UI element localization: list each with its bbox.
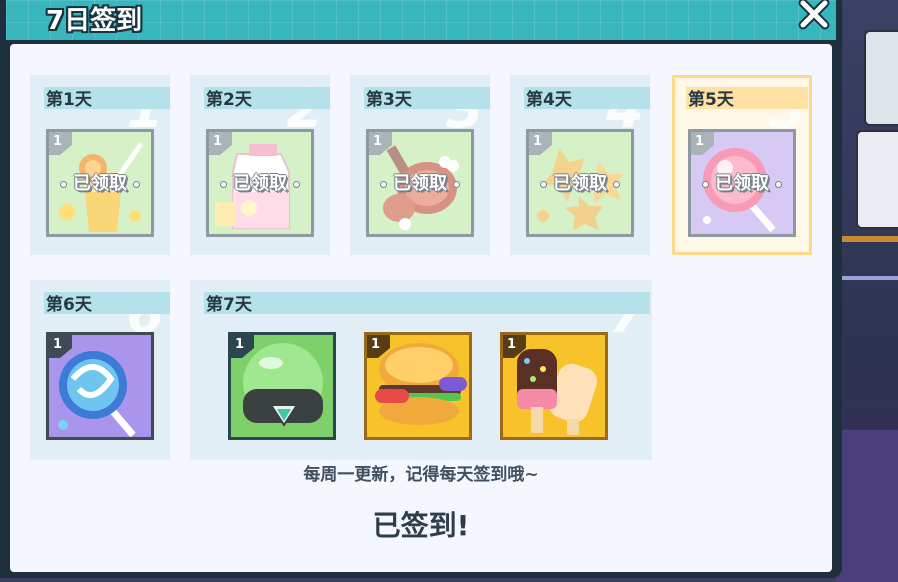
reward-item[interactable]: 1 已领取	[46, 129, 154, 237]
day-label: 第7天	[206, 295, 252, 315]
day-label: 第6天	[46, 295, 92, 315]
item-count: 1	[53, 134, 63, 149]
count-badge	[209, 132, 232, 155]
day-card-4: 4 第4天 1 已领取	[510, 75, 650, 255]
meat-drumstick-icon	[383, 145, 459, 230]
day-card-7: 7 第7天 1	[190, 280, 652, 460]
item-count: 1	[695, 134, 705, 149]
item-count: 1	[533, 134, 543, 149]
sign-in-status: 已签到!	[372, 509, 470, 542]
milk-carton-icon	[215, 144, 290, 229]
game-background	[836, 0, 898, 582]
dialog-title: 7日签到	[46, 6, 143, 36]
day-card-2: 2 第2天 1 已领取	[190, 75, 330, 255]
claimed-label: 已领取	[691, 172, 793, 196]
claimed-label: 已领取	[529, 172, 631, 196]
claimed-label: 已领取	[209, 172, 311, 196]
day-label-band	[204, 292, 650, 314]
pink-lollipop-icon	[703, 148, 776, 233]
background-rail	[836, 236, 898, 242]
juice-drink-icon	[59, 142, 144, 232]
claimed-label: 已领取	[49, 172, 151, 196]
day-card-6: 6 第6天 1	[30, 280, 170, 460]
reward-item[interactable]: 1 已领取	[526, 129, 634, 237]
item-count: 1	[507, 337, 517, 352]
background-machine	[864, 30, 898, 126]
count-badge	[529, 132, 552, 155]
cookies-icon	[537, 148, 623, 230]
reward-item[interactable]: 1 已领取	[366, 129, 474, 237]
dialog-content: 1 第1天 1 已领取	[10, 44, 832, 572]
count-badge	[691, 132, 714, 155]
sign-in-dialog: 7日签到 1 第1天	[0, 0, 842, 578]
count-badge	[49, 132, 72, 155]
day-label: 第3天	[366, 90, 412, 110]
dialog-header: 7日签到	[6, 0, 836, 40]
close-icon[interactable]	[796, 0, 832, 32]
weekly-notice: 每周一更新，记得每天签到哦~	[303, 465, 539, 485]
background-rail	[836, 276, 898, 280]
reward-item[interactable]: 1	[46, 332, 154, 440]
reward-item[interactable]: 1	[364, 332, 472, 440]
reward-item[interactable]: 1 已领取	[688, 129, 796, 237]
day-label: 第5天	[688, 90, 734, 110]
day-label: 第2天	[206, 90, 252, 110]
item-count: 1	[213, 134, 223, 149]
background-machine	[856, 130, 898, 229]
day-card-5: 5 第5天 1 已领取	[672, 75, 812, 255]
item-count: 1	[53, 337, 63, 352]
item-count: 1	[373, 134, 383, 149]
reward-item[interactable]: 1 已领取	[206, 129, 314, 237]
item-count: 1	[371, 337, 381, 352]
day-card-1: 1 第1天 1 已领取	[30, 75, 170, 255]
background-floor	[836, 430, 898, 582]
day-card-3: 3 第3天 1 已领取	[350, 75, 490, 255]
day-label: 第4天	[526, 90, 572, 110]
claimed-label: 已领取	[369, 172, 471, 196]
reward-item[interactable]: 1	[228, 332, 336, 440]
day-label: 第1天	[46, 90, 92, 110]
count-badge	[369, 132, 392, 155]
item-count: 1	[235, 337, 245, 352]
reward-item[interactable]: 1	[500, 332, 608, 440]
